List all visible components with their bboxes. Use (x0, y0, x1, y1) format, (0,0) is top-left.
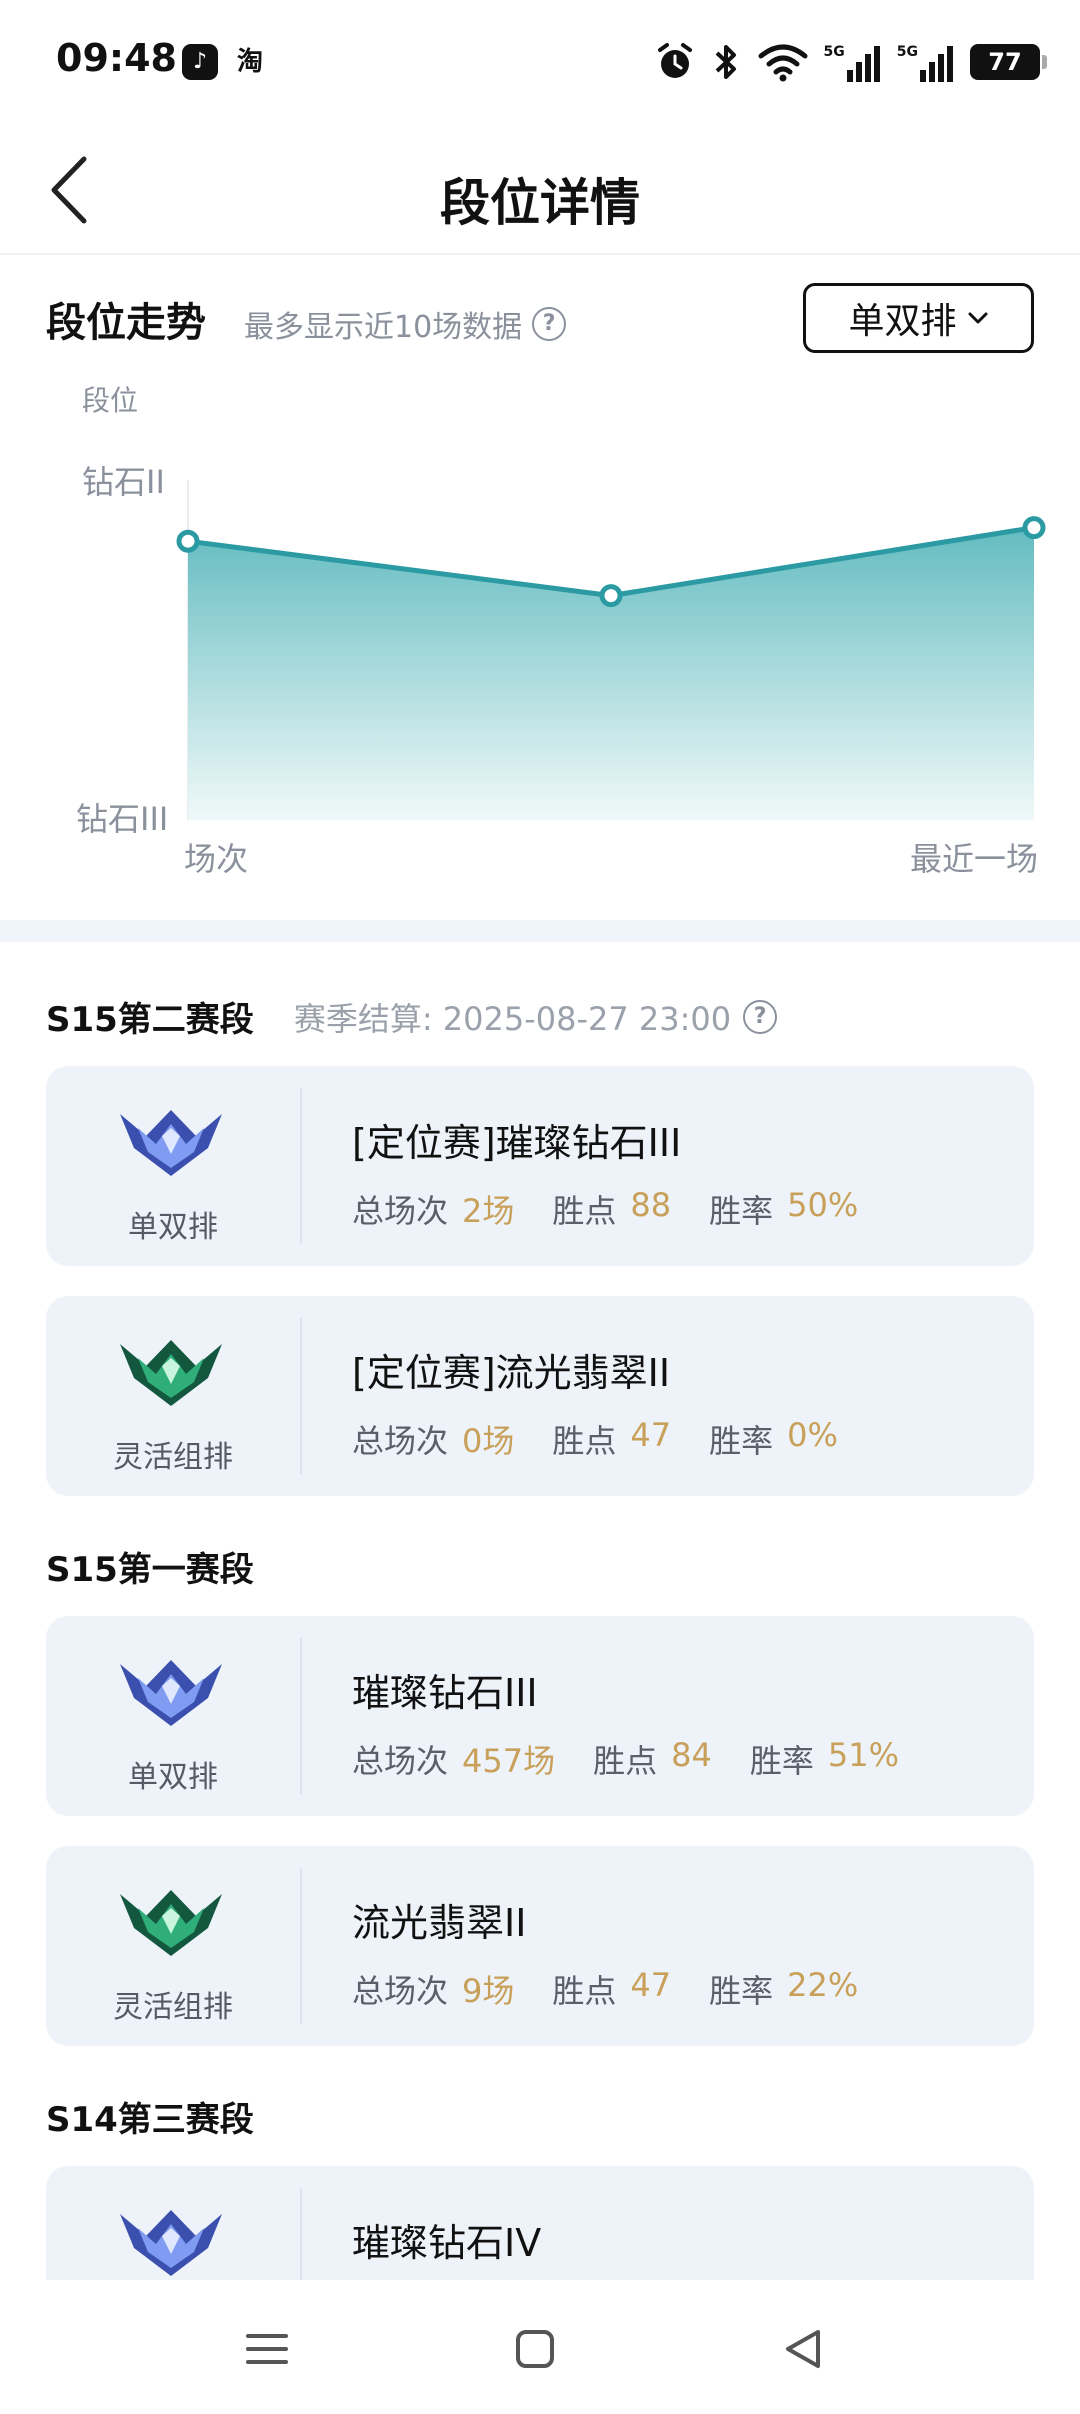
winrate-value: 51% (827, 1736, 899, 1774)
rank-name: 流光翡翠II (352, 1901, 527, 1945)
help-icon[interactable]: ? (532, 307, 567, 341)
winrate-value: 0% (787, 1416, 838, 1454)
rank-stats: 总场次 457场 胜点 84 胜率 51% (352, 1736, 937, 1782)
winrate-value: 50% (787, 1186, 859, 1224)
nav-back-button[interactable] (768, 2314, 838, 2384)
emerald-rank-emblem-icon (120, 1890, 222, 1956)
season-header: S14第三赛段 (46, 2092, 254, 2141)
card-divider (300, 1088, 302, 1244)
points-label: 胜点 (552, 1192, 617, 1230)
points-value: 47 (630, 1416, 672, 1454)
winrate-label: 胜率 (709, 1192, 774, 1230)
rank-stats: 总场次 2场 胜点 88 胜率 50% (352, 1186, 896, 1232)
points-label: 胜点 (552, 1422, 617, 1460)
y-tick-bottom: 钻石III (76, 800, 168, 838)
bluetooth-icon (715, 45, 736, 79)
rank-trend-chart: 段位 钻石II 钻石III 场次 最近一场 (76, 384, 1046, 878)
games-label: 总场次 (352, 1192, 449, 1230)
queue-label: 单双排 (128, 1760, 218, 1795)
games-value: 2场 (462, 1192, 515, 1230)
season-title: S15第二赛段 (46, 1000, 254, 1040)
points-label: 胜点 (552, 1972, 617, 2010)
taobao-icon: 淘 (236, 47, 263, 77)
trend-subtitle: 最多显示近10场数据 ? (244, 302, 567, 346)
y-axis-label: 段位 (82, 384, 138, 417)
card-divider (300, 1868, 302, 2024)
queue-label: 灵活组排 (113, 1990, 233, 2025)
status-indicators: 5G 5G 77 (654, 38, 1047, 86)
page-header: 段位详情 (0, 125, 1080, 255)
season-settlement-text: 赛季结算: 2025-08-27 23:00 (293, 999, 732, 1038)
rank-name: [定位赛]流光翡翠II (352, 1351, 671, 1395)
y-tick-top: 钻石II (82, 463, 165, 501)
diamond-rank-emblem-icon (120, 1110, 222, 1176)
season-title: S15第一赛段 (46, 1550, 254, 1590)
diamond-rank-emblem-icon (120, 2210, 222, 2276)
home-button[interactable] (500, 2314, 570, 2384)
battery-indicator: 77 (970, 44, 1047, 80)
status-bar: 09:48 ♪ 淘 5G 5G 77 (0, 0, 1080, 125)
x-label-end: 最近一场 (910, 840, 1038, 878)
rank-name: [定位赛]璀璨钻石III (352, 1121, 682, 1165)
winrate-value: 22% (787, 1966, 859, 2004)
games-label: 总场次 (352, 1422, 449, 1460)
menu-icon (246, 2334, 288, 2364)
card-divider (300, 1638, 302, 1794)
queue-label: 单双排 (128, 1210, 218, 1245)
network-type-label: 5G (896, 44, 918, 60)
rank-stats: 总场次 9场 胜点 47 胜率 22% (352, 1966, 896, 2012)
points-value: 88 (630, 1186, 672, 1224)
season-header: S15第二赛段 赛季结算: 2025-08-27 23:00 ? (46, 992, 778, 1041)
section-divider (0, 920, 1080, 942)
rank-card[interactable]: 灵活组排 流光翡翠II 总场次 9场 胜点 47 胜率 22% (46, 1846, 1034, 2046)
alarm-icon (657, 43, 692, 78)
rank-card[interactable]: 灵活组排 [定位赛]流光翡翠II 总场次 0场 胜点 47 胜率 0% (46, 1296, 1034, 1496)
queue-selector[interactable]: 单双排 (803, 283, 1034, 353)
season-settlement-note: 赛季结算: 2025-08-27 23:00 ? (293, 994, 778, 1040)
winrate-label: 胜率 (709, 1972, 774, 2010)
rank-stats: 总场次 0场 胜点 47 胜率 0% (352, 1416, 876, 1462)
signal-1-icon: 5G (824, 42, 881, 82)
queue-selector-label: 单双排 (848, 301, 957, 342)
menu-button[interactable] (232, 2314, 302, 2384)
x-label-start: 场次 (184, 840, 248, 878)
section-title-trend: 段位走势 (46, 300, 206, 346)
data-point-1[interactable] (599, 584, 623, 608)
wifi-icon (758, 44, 808, 82)
data-point-0[interactable] (176, 529, 200, 553)
season-header: S15第一赛段 (46, 1542, 254, 1591)
status-time: 09:48 (56, 36, 177, 80)
winrate-label: 胜率 (709, 1422, 774, 1460)
rank-name: 璀璨钻石IV (352, 2221, 542, 2265)
chevron-down-icon (968, 312, 987, 324)
games-label: 总场次 (352, 1742, 449, 1780)
tiktok-icon: ♪ (182, 44, 218, 80)
games-value: 9场 (462, 1972, 515, 2010)
data-point-2[interactable] (1022, 516, 1046, 540)
area-fill (188, 527, 1034, 820)
rank-card[interactable]: 单双排 [定位赛]璀璨钻石III 总场次 2场 胜点 88 胜率 50% (46, 1066, 1034, 1266)
card-divider (300, 1318, 302, 1474)
trend-subtitle-text: 最多显示近10场数据 (244, 310, 523, 345)
points-label: 胜点 (593, 1742, 658, 1780)
page-title: 段位详情 (440, 174, 640, 232)
home-icon (516, 2330, 554, 2368)
rank-card[interactable]: 单双排 璀璨钻石III 总场次 457场 胜点 84 胜率 51% (46, 1616, 1034, 1816)
games-value: 0场 (462, 1422, 515, 1460)
points-value: 47 (630, 1966, 672, 2004)
points-value: 84 (671, 1736, 712, 1774)
network-type-label: 5G (823, 44, 845, 60)
diamond-rank-emblem-icon (120, 1660, 222, 1726)
games-value: 457场 (462, 1742, 556, 1780)
winrate-label: 胜率 (749, 1742, 814, 1780)
emerald-rank-emblem-icon (120, 1340, 222, 1406)
back-icon (786, 2330, 820, 2368)
games-label: 总场次 (352, 1972, 449, 2010)
help-icon[interactable]: ? (743, 999, 778, 1034)
queue-label: 灵活组排 (113, 1440, 233, 1475)
rank-name: 璀璨钻石III (352, 1671, 538, 1715)
signal-2-icon: 5G (897, 42, 954, 82)
season-title: S14第三赛段 (46, 2100, 254, 2140)
system-nav-bar (0, 2280, 1080, 2414)
